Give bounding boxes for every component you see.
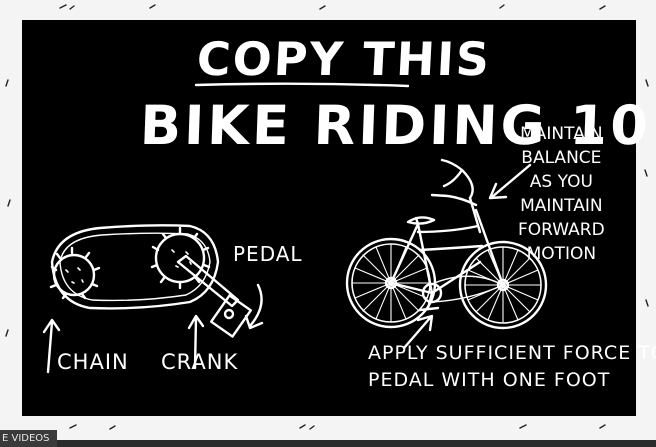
- balance-note-line: BALANCE: [521, 148, 602, 168]
- balance-note: MAINTAIN BALANCE AS YOU MAINTAIN FORWARD…: [518, 122, 605, 266]
- balance-note-line: MAINTAIN: [520, 196, 603, 216]
- videos-badge[interactable]: E VIDEOS: [0, 430, 57, 447]
- force-note-line: APPLY SUFFICIENT FORCE TO: [368, 342, 656, 364]
- pedal-label: PEDAL: [233, 242, 303, 266]
- chain-label: CHAIN: [57, 350, 129, 374]
- balance-note-line: MAINTAIN: [520, 124, 603, 144]
- title-line-1: COPY THIS: [195, 32, 493, 86]
- chain-drawing: [49, 224, 220, 310]
- bicycle-drawing: [345, 158, 548, 330]
- force-note-line: PEDAL WITH ONE FOOT: [368, 369, 611, 391]
- balance-note-line: AS YOU: [529, 172, 593, 192]
- force-note: APPLY SUFFICIENT FORCE TO PEDAL WITH ONE…: [368, 340, 656, 394]
- balance-note-line: MOTION: [526, 244, 597, 264]
- crank-drawing: [176, 254, 253, 338]
- crank-label: CRANK: [161, 350, 239, 374]
- balance-note-line: FORWARD: [518, 220, 605, 240]
- pedal-arrow: [244, 283, 264, 330]
